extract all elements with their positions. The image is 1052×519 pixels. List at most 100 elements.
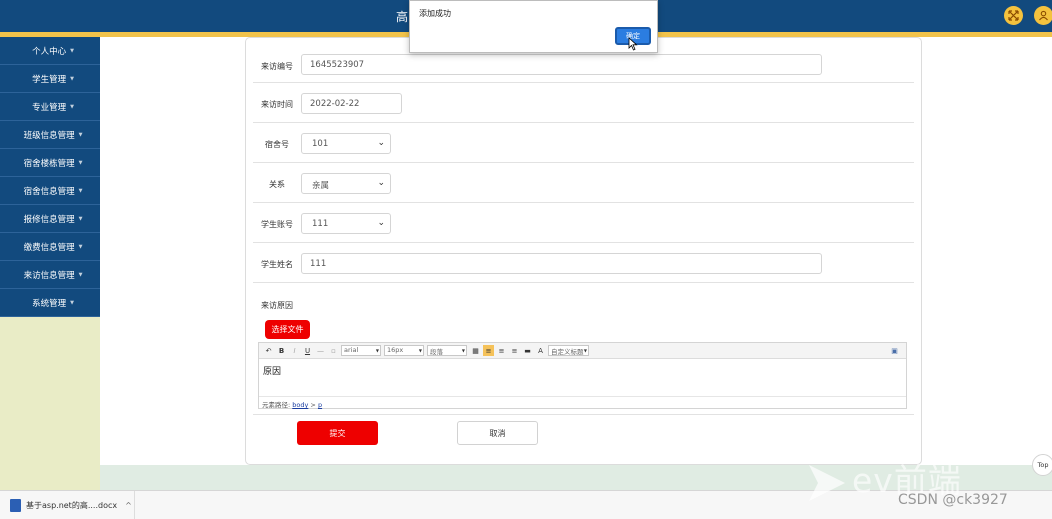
relation-value: 亲属 — [312, 181, 330, 191]
sidebar-item-classes[interactable]: 班级信息管理 ▼ — [0, 121, 100, 149]
download-item[interactable]: 基于asp.net的高....docx ^ — [0, 491, 135, 519]
element-path: 元素路径: body > p — [259, 396, 906, 409]
student-name-row: 学生姓名 111 — [253, 243, 914, 283]
underline-icon[interactable]: U — [302, 345, 313, 356]
divider — [253, 414, 914, 415]
paragraph-value: 段落 — [430, 348, 443, 356]
editor-toolbar: ↶ B I U — ▫ arial ▼ 16px ▼ 段落 ▼ ▦ ≡ ≡ ≡ ▬ A… — [259, 343, 906, 359]
sidebar-item-label: 来访信息管理 — [23, 270, 75, 281]
dorm-no-label: 宿舍号 — [265, 140, 289, 149]
align-right-icon[interactable]: ≡ — [509, 345, 520, 356]
custom-title-value: 自定义标题 — [551, 348, 584, 356]
dropdown-icon: ▼ — [375, 348, 379, 353]
horizontal-rule-icon[interactable]: — — [315, 345, 326, 356]
chevron-down-icon: ⌄ — [377, 138, 385, 148]
element-path-body-link[interactable]: body — [292, 401, 308, 409]
relation-row: 关系 亲属 ⌄ — [253, 163, 914, 203]
dorm-no-row: 宿舍号 101 ⌄ — [253, 123, 914, 163]
table-icon[interactable]: ▦ — [470, 345, 481, 356]
italic-icon[interactable]: I — [289, 345, 300, 356]
dropdown-icon: ▼ — [583, 348, 587, 353]
sidebar-item-students[interactable]: 学生管理 ▼ — [0, 65, 100, 93]
font-family-select[interactable]: arial ▼ — [341, 345, 381, 356]
caret-icon: ▼ — [78, 271, 83, 278]
element-path-prefix: 元素路径: — [262, 401, 291, 409]
custom-title-select[interactable]: 自定义标题 ▼ — [548, 345, 589, 356]
caret-icon: ▼ — [78, 131, 83, 138]
caret-icon: ▼ — [70, 103, 74, 110]
chevron-down-icon: ⌄ — [377, 178, 385, 188]
sidebar-item-majors[interactable]: 专业管理 ▼ — [0, 93, 100, 121]
chevron-up-icon[interactable]: ^ — [125, 501, 132, 510]
fullscreen-editor-icon[interactable]: ▣ — [889, 345, 900, 356]
sidebar-item-visits[interactable]: 来访信息管理 ▼ — [0, 261, 100, 289]
align-center-icon[interactable]: ≡ — [496, 345, 507, 356]
sidebar-item-repairs[interactable]: 报修信息管理 ▼ — [0, 205, 100, 233]
caret-icon: ▼ — [70, 75, 74, 82]
align-justify-icon[interactable]: ▬ — [522, 345, 533, 356]
watermark-logo — [809, 465, 845, 501]
dorm-no-select[interactable]: 101 ⌄ — [301, 133, 391, 154]
cancel-button[interactable]: 取消 — [457, 421, 538, 445]
visit-time-label: 来访时间 — [261, 100, 293, 109]
student-name-label: 学生姓名 — [261, 260, 293, 269]
element-path-separator: > — [308, 401, 318, 409]
visit-time-row: 来访时间 2022-02-22 — [253, 83, 914, 123]
student-account-value: 111 — [312, 219, 329, 229]
element-path-p-link[interactable]: p — [318, 401, 322, 409]
sidebar-item-label: 专业管理 — [32, 102, 67, 113]
sidebar-item-label: 系统管理 — [32, 298, 67, 309]
submit-button[interactable]: 提交 — [297, 421, 378, 445]
undo-icon[interactable]: ↶ — [263, 345, 274, 356]
bold-icon[interactable]: B — [276, 345, 287, 356]
sidebar-item-label: 学生管理 — [32, 74, 67, 85]
alert-dialog: 添加成功 确定 — [409, 0, 658, 53]
editor-content[interactable]: 原因 — [263, 364, 281, 377]
align-left-icon[interactable]: ≡ — [483, 345, 494, 356]
rich-text-editor: ↶ B I U — ▫ arial ▼ 16px ▼ 段落 ▼ ▦ ≡ ≡ ≡ ▬ A… — [258, 342, 907, 409]
sidebar-item-label: 宿舍楼栋管理 — [23, 158, 75, 169]
app-title: 高 — [396, 10, 409, 24]
student-account-label: 学生账号 — [261, 220, 293, 229]
student-account-select[interactable]: 111 ⌄ — [301, 213, 391, 234]
chevron-down-icon: ⌄ — [377, 218, 385, 228]
sidebar-item-label: 宿舍信息管理 — [23, 186, 75, 197]
reason-label: 来访原因 — [261, 301, 293, 310]
dropdown-icon: ▼ — [418, 348, 422, 353]
visit-no-input[interactable]: 1645523907 — [301, 54, 822, 75]
caret-icon: ▼ — [70, 299, 74, 306]
sidebar-item-payments[interactable]: 缴费信息管理 ▼ — [0, 233, 100, 261]
caret-icon: ▼ — [78, 243, 83, 250]
fullscreen-icon[interactable] — [1004, 6, 1023, 25]
back-to-top-button[interactable]: Top — [1032, 454, 1052, 476]
student-account-row: 学生账号 111 ⌄ — [253, 203, 914, 243]
paragraph-select[interactable]: 段落 ▼ — [427, 345, 467, 356]
sidebar-item-system[interactable]: 系统管理 ▼ — [0, 289, 100, 317]
relation-label: 关系 — [269, 180, 285, 189]
student-name-input[interactable]: 111 — [301, 253, 822, 274]
mouse-cursor-icon — [628, 37, 638, 51]
dorm-no-value: 101 — [312, 139, 329, 149]
sidebar-item-label: 个人中心 — [32, 46, 67, 57]
sidebar-item-buildings[interactable]: 宿舍楼栋管理 ▼ — [0, 149, 100, 177]
font-size-select[interactable]: 16px ▼ — [384, 345, 424, 356]
caret-icon: ▼ — [70, 47, 74, 54]
sidebar-item-label: 班级信息管理 — [23, 130, 75, 141]
sidebar-item-dorms[interactable]: 宿舍信息管理 ▼ — [0, 177, 100, 205]
docx-file-icon — [10, 498, 21, 512]
visit-no-label: 来访编号 — [261, 62, 293, 71]
user-icon[interactable] — [1034, 6, 1052, 25]
sidebar-item-label: 缴费信息管理 — [23, 242, 75, 253]
clear-format-icon[interactable]: ▫ — [328, 345, 339, 356]
visit-time-input[interactable]: 2022-02-22 — [301, 93, 402, 114]
font-color-icon[interactable]: A — [535, 345, 546, 356]
dialog-message: 添加成功 — [419, 9, 451, 18]
visit-form: 来访编号 1645523907 来访时间 2022-02-22 宿舍号 101 ⌄… — [245, 37, 922, 465]
sidebar-item-personal-center[interactable]: 个人中心 ▼ — [0, 37, 100, 65]
dropdown-icon: ▼ — [461, 348, 465, 353]
choose-file-button[interactable]: 选择文件 — [265, 320, 310, 339]
font-size-value: 16px — [387, 346, 404, 354]
csdn-watermark: CSDN @ck3927 — [898, 492, 1008, 508]
relation-select[interactable]: 亲属 ⌄ — [301, 173, 391, 194]
caret-icon: ▼ — [78, 215, 83, 222]
